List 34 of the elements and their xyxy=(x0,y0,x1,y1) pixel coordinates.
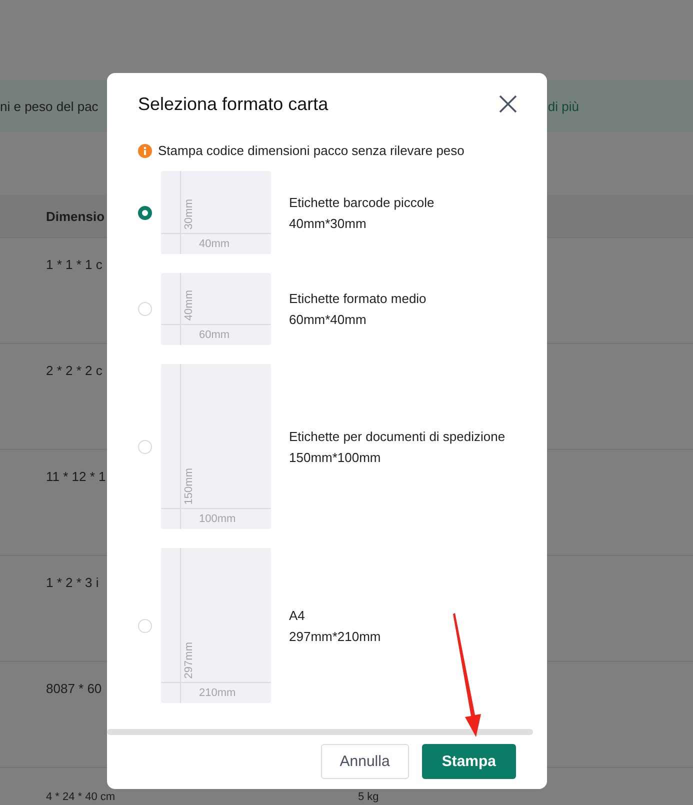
table-cell: 11 * 12 * 1 xyxy=(46,469,106,484)
dimension-label: 297mm xyxy=(183,642,195,679)
option-name: A4 xyxy=(289,608,306,622)
close-button[interactable] xyxy=(499,95,517,113)
column-header: Dimensio xyxy=(46,208,105,224)
option-name: Etichette barcode piccole xyxy=(289,194,434,210)
option-name: Etichette formato medio xyxy=(289,291,426,306)
dimension-label: 40mm xyxy=(199,238,230,250)
print-button[interactable]: Stampa xyxy=(422,744,516,779)
table-cell: 4 * 24 * 40 cm xyxy=(46,791,116,803)
option-size: 40mm*30mm xyxy=(289,216,368,230)
dimension-label: 100mm xyxy=(199,513,236,525)
scrollbar[interactable] xyxy=(107,729,533,735)
table-cell: 5 kg xyxy=(358,792,379,802)
dialog-title: Seleziona formato carta xyxy=(138,94,328,114)
option-name: Etichette per documenti di spedizione xyxy=(289,428,506,444)
table-cell: 8087 * 60 xyxy=(46,681,102,696)
table-cell: 1 * 2 * 3 i xyxy=(46,575,99,590)
banner-text: ni e peso del pac xyxy=(0,98,98,114)
cancel-button[interactable]: Annulla xyxy=(320,744,409,779)
dimension-label: 30mm xyxy=(183,199,195,230)
radio-button[interactable] xyxy=(138,206,152,220)
option-size: 297mm*210mm xyxy=(289,628,381,644)
info-icon xyxy=(138,144,152,158)
dimension-label: 40mm xyxy=(183,290,195,321)
table-cell: 2 * 2 * 2 c xyxy=(46,363,102,378)
dimension-label: 60mm xyxy=(199,329,230,341)
dimension-label: 150mm xyxy=(183,468,195,505)
close-icon xyxy=(499,95,517,113)
dimension-label: 210mm xyxy=(199,687,236,699)
table-cell: 1 * 1 * 1 c xyxy=(46,257,102,272)
option-size: 60mm*40mm xyxy=(289,312,368,327)
notice-text: Stampa codice dimensioni pacco senza rilevare peso xyxy=(158,143,464,158)
option-size: 150mm*100mm xyxy=(289,450,382,464)
